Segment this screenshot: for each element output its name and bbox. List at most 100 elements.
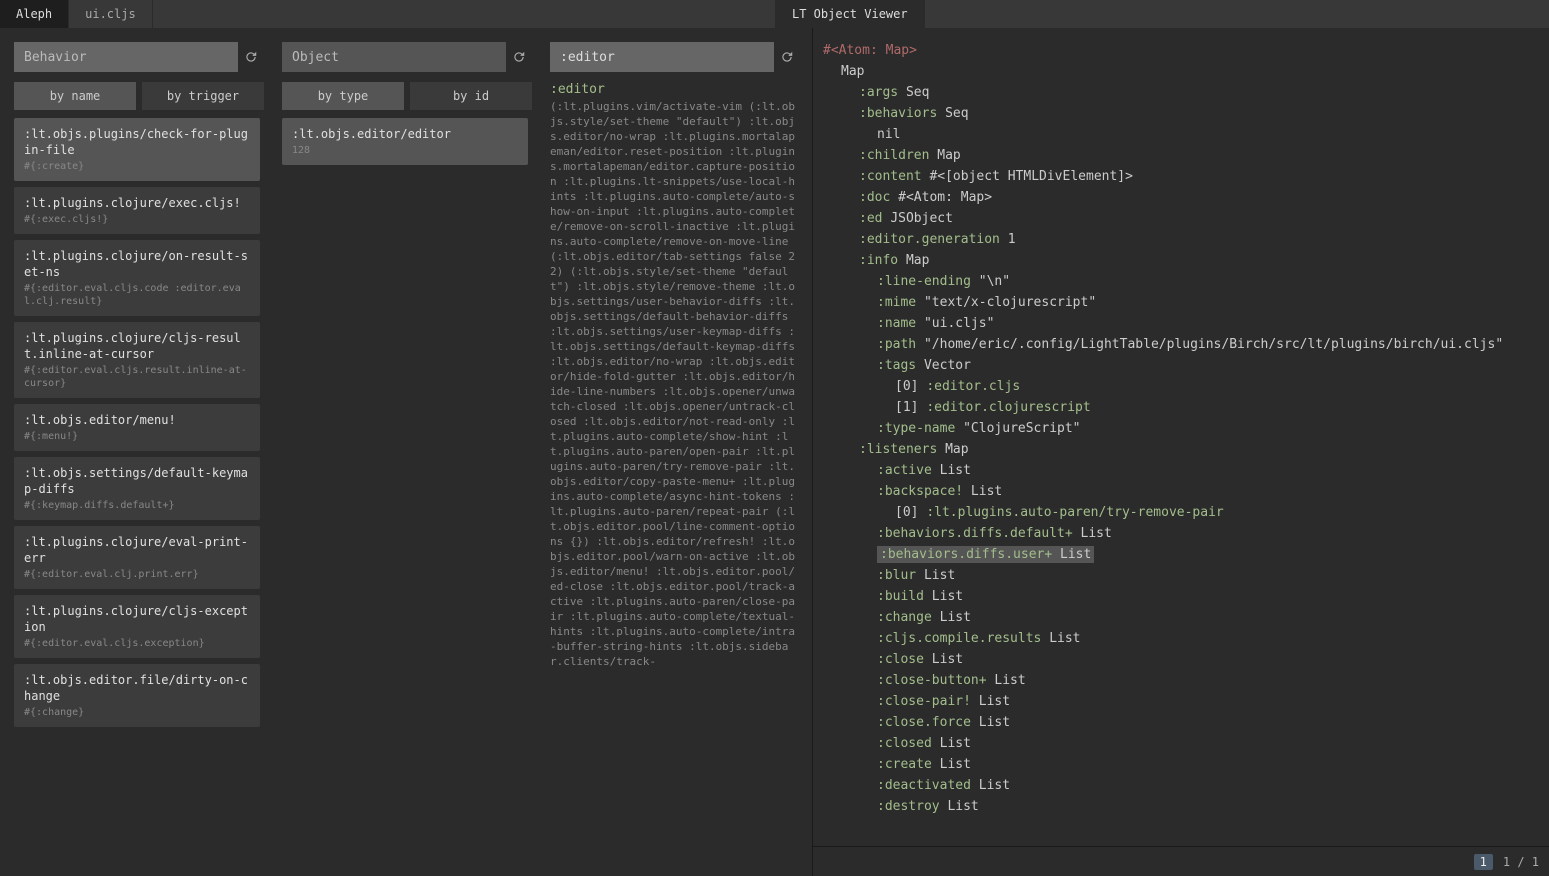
- footer: 1 1 / 1: [813, 846, 1549, 876]
- closed-val: List: [940, 736, 971, 751]
- behavior-item-title: :lt.plugins.clojure/on-result-set-ns: [24, 248, 250, 280]
- object-column: by type by id :lt.objs.editor/editor128: [282, 42, 532, 870]
- info-val: Map: [906, 253, 929, 268]
- object-search-input[interactable]: [282, 42, 506, 72]
- behavior-item[interactable]: :lt.objs.plugins/check-for-plugin-file#{…: [14, 118, 260, 181]
- detail-column: :editor (:lt.plugins.vim/activate-vim (:…: [550, 42, 800, 870]
- behavior-item[interactable]: :lt.plugins.clojure/on-result-set-ns#{:e…: [14, 240, 260, 316]
- tags-val: Vector: [924, 358, 971, 373]
- behavior-list[interactable]: :lt.objs.plugins/check-for-plugin-file#{…: [14, 118, 264, 870]
- detail-body: (:lt.plugins.vim/activate-vim (:lt.objs.…: [550, 99, 800, 669]
- close-key[interactable]: :close: [877, 652, 924, 667]
- cljs-compile-results-val: List: [1049, 631, 1080, 646]
- args-val: Seq: [906, 85, 929, 100]
- change-val: List: [940, 610, 971, 625]
- close-force-key[interactable]: :close.force: [877, 715, 971, 730]
- behavior-item[interactable]: :lt.plugins.clojure/exec.cljs!#{:exec.cl…: [14, 187, 260, 234]
- detail-scroll[interactable]: :editor (:lt.plugins.vim/activate-vim (:…: [550, 82, 800, 870]
- behavior-item-sub: #{:menu!}: [24, 430, 250, 443]
- info-key[interactable]: :info: [859, 253, 898, 268]
- create-key[interactable]: :create: [877, 757, 932, 772]
- behaviors-val: Seq: [945, 106, 968, 121]
- bs0-idx: [0]: [895, 505, 918, 520]
- object-viewer-tree[interactable]: #<Atom: Map> Map :args Seq :behaviors Se…: [813, 28, 1549, 846]
- line-ending-val: "\n": [979, 274, 1010, 289]
- behavior-item-sub: #{:keymap.diffs.default+}: [24, 499, 250, 512]
- behaviors-diffs-user-val: List: [1060, 547, 1091, 562]
- behavior-item-title: :lt.plugins.clojure/cljs-exception: [24, 603, 250, 635]
- behavior-item-title: :lt.objs.editor/menu!: [24, 412, 250, 428]
- change-key[interactable]: :change: [877, 610, 932, 625]
- behavior-item[interactable]: :lt.objs.editor.file/dirty-on-change#{:c…: [14, 664, 260, 727]
- deactivated-key[interactable]: :deactivated: [877, 778, 971, 793]
- nil-val: nil: [877, 127, 900, 142]
- close-force-val: List: [979, 715, 1010, 730]
- type-name-val: "ClojureScript": [963, 421, 1080, 436]
- path-key[interactable]: :path: [877, 337, 916, 352]
- object-by-type-button[interactable]: by type: [282, 82, 404, 110]
- close-button-key[interactable]: :close-button+: [877, 673, 987, 688]
- behavior-item[interactable]: :lt.plugins.clojure/cljs-result.inline-a…: [14, 322, 260, 398]
- name-key[interactable]: :name: [877, 316, 916, 331]
- behavior-item-sub: #{:editor.eval.clj.print.err}: [24, 568, 250, 581]
- tags-key[interactable]: :tags: [877, 358, 916, 373]
- behaviors-diffs-default-key[interactable]: :behaviors.diffs.default+: [877, 526, 1073, 541]
- tab-lt-object-viewer[interactable]: LT Object Viewer: [775, 0, 925, 28]
- behavior-item-sub: #{:exec.cljs!}: [24, 213, 250, 226]
- object-list[interactable]: :lt.objs.editor/editor128: [282, 118, 532, 870]
- behavior-item[interactable]: :lt.plugins.clojure/cljs-exception #{:edi…: [14, 595, 260, 658]
- behavior-item-sub: #{:editor.eval.cljs.exception}: [24, 637, 250, 650]
- behaviors-diffs-user-highlighted[interactable]: :behaviors.diffs.user+ List: [877, 546, 1094, 563]
- detail-refresh-button[interactable]: [774, 42, 800, 72]
- behavior-by-trigger-button[interactable]: by trigger: [142, 82, 264, 110]
- closed-key[interactable]: :closed: [877, 736, 932, 751]
- tab-aleph[interactable]: Aleph: [0, 0, 69, 28]
- mime-key[interactable]: :mime: [877, 295, 916, 310]
- object-by-id-button[interactable]: by id: [410, 82, 532, 110]
- aleph-panel: by name by trigger :lt.objs.plugins/chec…: [0, 28, 812, 876]
- listeners-val: Map: [945, 442, 968, 457]
- type-name-key[interactable]: :type-name: [877, 421, 955, 436]
- backspace-key[interactable]: :backspace!: [877, 484, 963, 499]
- behavior-by-name-button[interactable]: by name: [14, 82, 136, 110]
- build-key[interactable]: :build: [877, 589, 924, 604]
- ed-val: JSObject: [890, 211, 953, 226]
- destroy-key[interactable]: :destroy: [877, 799, 940, 814]
- object-refresh-button[interactable]: [506, 42, 532, 72]
- close-button-val: List: [994, 673, 1025, 688]
- ed-key[interactable]: :ed: [859, 211, 882, 226]
- active-key[interactable]: :active: [877, 463, 932, 478]
- page-current-box[interactable]: 1: [1474, 854, 1493, 870]
- cljs-compile-results-key[interactable]: :cljs.compile.results: [877, 631, 1041, 646]
- close-pair-key[interactable]: :close-pair!: [877, 694, 971, 709]
- behavior-item[interactable]: :lt.objs.settings/default-keymap-diffs#{…: [14, 457, 260, 520]
- behavior-item-title: :lt.plugins.clojure/eval-print-err: [24, 534, 250, 566]
- top-tabbar: Aleph ui.cljs LT Object Viewer: [0, 0, 1549, 28]
- tab-ui-cljs[interactable]: ui.cljs: [69, 0, 153, 28]
- detail-search-input[interactable]: [550, 42, 774, 72]
- object-item[interactable]: :lt.objs.editor/editor128: [282, 118, 528, 165]
- args-key[interactable]: :args: [859, 85, 898, 100]
- doc-key[interactable]: :doc: [859, 190, 890, 205]
- editor-generation-key[interactable]: :editor.generation: [859, 232, 1000, 247]
- detail-title: :editor: [550, 82, 800, 97]
- tag0-val: :editor.cljs: [926, 379, 1020, 394]
- refresh-icon: [780, 50, 794, 64]
- line-ending-key[interactable]: :line-ending: [877, 274, 971, 289]
- behavior-column: by name by trigger :lt.objs.plugins/chec…: [14, 42, 264, 870]
- object-item-sub: 128: [292, 144, 518, 157]
- behaviors-key[interactable]: :behaviors: [859, 106, 937, 121]
- root-type[interactable]: Map: [841, 64, 864, 79]
- behavior-item[interactable]: :lt.plugins.clojure/eval-print-err #{:edi…: [14, 526, 260, 589]
- children-key[interactable]: :children: [859, 148, 929, 163]
- blur-key[interactable]: :blur: [877, 568, 916, 583]
- listeners-key[interactable]: :listeners: [859, 442, 937, 457]
- active-val: List: [940, 463, 971, 478]
- content-key[interactable]: :content: [859, 169, 922, 184]
- behaviors-diffs-default-val: List: [1081, 526, 1112, 541]
- behavior-search-input[interactable]: [14, 42, 238, 72]
- behavior-refresh-button[interactable]: [238, 42, 264, 72]
- content-val: #<[object HTMLDivElement]>: [929, 169, 1133, 184]
- doc-val: #<Atom: Map>: [898, 190, 992, 205]
- behavior-item[interactable]: :lt.objs.editor/menu! #{:menu!}: [14, 404, 260, 451]
